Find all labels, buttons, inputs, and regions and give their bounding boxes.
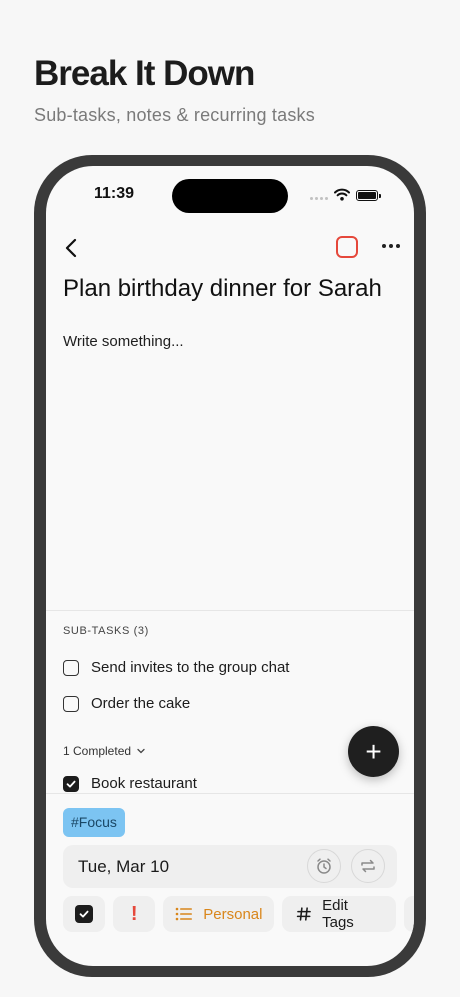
- task-note-input[interactable]: Write something...: [63, 333, 184, 350]
- promo-title: Break It Down: [34, 54, 255, 93]
- priority-button[interactable]: !: [113, 896, 156, 932]
- back-chevron-icon[interactable]: [60, 236, 84, 260]
- add-subtask-button[interactable]: +: [348, 726, 399, 777]
- toolbar-overflow-button[interactable]: [404, 896, 414, 932]
- more-options-icon[interactable]: [382, 244, 400, 248]
- wifi-icon: [334, 188, 350, 201]
- due-date-row[interactable]: Tue, Mar 10: [63, 845, 397, 888]
- subtasks-header: SUB-TASKS (3): [63, 625, 149, 637]
- due-date-label: Tue, Mar 10: [78, 857, 170, 876]
- battery-icon: [356, 190, 381, 201]
- checkmark-icon: [66, 780, 76, 787]
- checkbox-checked-icon: [75, 905, 94, 923]
- complete-task-checkbox[interactable]: [336, 236, 358, 258]
- status-time: 11:39: [94, 185, 135, 202]
- bottom-toolbar: ! Personal Edit Tags: [63, 896, 414, 932]
- chevron-down-icon: [137, 748, 145, 754]
- promo-subtitle: Sub-tasks, notes & recurring tasks: [34, 105, 315, 125]
- hashtag-icon: [297, 907, 312, 921]
- tag-chip-focus[interactable]: #Focus: [63, 808, 125, 837]
- signal-icon: [310, 197, 328, 200]
- subtask-checkbox[interactable]: [63, 659, 79, 676]
- phone-frame: 11:39 Plan birthday dinner for Sarah Wri…: [34, 155, 426, 977]
- mark-done-button[interactable]: [63, 896, 106, 932]
- subtask-checkbox[interactable]: [63, 695, 79, 712]
- edit-tags-label: Edit Tags: [322, 897, 354, 931]
- alarm-icon: [317, 858, 331, 874]
- subtask-item-completed[interactable]: Book restaurant: [63, 775, 197, 792]
- subtask-item[interactable]: Send invites to the group chat: [63, 659, 289, 676]
- dynamic-island: [172, 179, 288, 213]
- reminder-button[interactable]: [307, 849, 341, 883]
- subtask-label: Order the cake: [91, 695, 191, 712]
- edit-tags-button[interactable]: Edit Tags: [282, 896, 397, 932]
- repeat-icon: [361, 859, 375, 873]
- list-icon: [175, 907, 193, 921]
- phone-screen: 11:39 Plan birthday dinner for Sarah Wri…: [46, 166, 414, 966]
- completed-toggle[interactable]: 1 Completed: [63, 744, 145, 758]
- task-title[interactable]: Plan birthday dinner for Sarah: [63, 274, 383, 304]
- divider: [46, 610, 414, 611]
- divider: [46, 793, 414, 794]
- list-selector-button[interactable]: Personal: [163, 896, 275, 932]
- subtask-label: Send invites to the group chat: [91, 659, 290, 676]
- list-label: Personal: [203, 905, 263, 923]
- subtask-checkbox-checked[interactable]: [63, 775, 79, 792]
- completed-toggle-label: 1 Completed: [63, 744, 132, 758]
- subtask-item[interactable]: Order the cake: [63, 695, 190, 712]
- subtask-label: Book restaurant: [91, 775, 197, 792]
- repeat-button[interactable]: [351, 849, 385, 883]
